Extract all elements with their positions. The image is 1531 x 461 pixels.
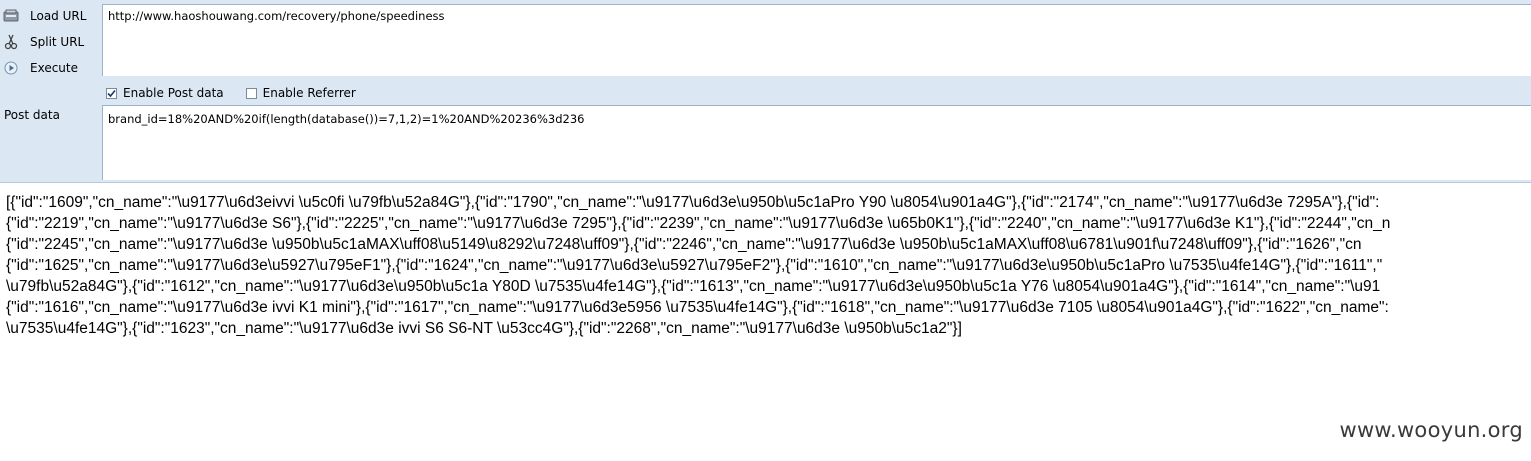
load-url-icon — [2, 7, 20, 25]
response-line: [{"id":"1609","cn_name":"\u9177\u6d3eivv… — [6, 194, 1380, 211]
response-line: {"id":"1625","cn_name":"\u9177\u6d3e\u59… — [6, 257, 1383, 274]
enable-referrer-checkbox[interactable] — [245, 87, 257, 99]
enable-referrer-option[interactable]: Enable Referrer — [245, 86, 356, 100]
response-line: {"id":"2245","cn_name":"\u9177\u6d3e \u9… — [6, 236, 1362, 253]
enable-post-data-label: Enable Post data — [123, 86, 224, 100]
split-url-button[interactable]: Split URL — [0, 31, 100, 53]
response-line: \u7535\u4fe14G"},{"id":"1623","cn_name":… — [6, 320, 962, 337]
play-icon — [2, 59, 20, 77]
watermark: www.wooyun.org — [1339, 418, 1523, 442]
enable-post-data-checkbox[interactable] — [106, 87, 117, 99]
enable-referrer-label: Enable Referrer — [262, 86, 356, 100]
hackbar-actions: Load URL Split URL Execute Post data — [0, 0, 100, 182]
split-url-label: Split URL — [30, 35, 85, 49]
response-body: [{"id":"1609","cn_name":"\u9177\u6d3eivv… — [6, 192, 1531, 339]
post-data-input[interactable]: brand_id=18%20AND%20if(length(database()… — [102, 105, 1531, 180]
response-line: {"id":"1616","cn_name":"\u9177\u6d3e ivv… — [6, 299, 1389, 316]
url-input-value: http://www.haoshouwang.com/recovery/phon… — [108, 9, 445, 23]
enable-post-data-option[interactable]: Enable Post data — [106, 86, 224, 100]
response-line: {"id":"2219","cn_name":"\u9177\u6d3e S6"… — [6, 215, 1391, 232]
checkmark-icon — [107, 89, 116, 97]
response-line: \u79fb\u52a84G"},{"id":"1612","cn_name":… — [6, 278, 1381, 295]
load-url-label: Load URL — [30, 9, 87, 23]
load-url-button[interactable]: Load URL — [0, 5, 100, 27]
execute-button[interactable]: Execute — [0, 57, 100, 79]
hackbar-panel: Load URL Split URL Execute Post data htt… — [0, 0, 1531, 183]
post-options: Enable Post data Enable Referrer — [106, 84, 356, 102]
post-data-value: brand_id=18%20AND%20if(length(database()… — [108, 112, 585, 126]
scissors-icon — [2, 33, 20, 51]
post-data-label: Post data — [4, 108, 60, 122]
execute-label: Execute — [30, 61, 78, 75]
url-input[interactable]: http://www.haoshouwang.com/recovery/phon… — [102, 4, 1531, 76]
